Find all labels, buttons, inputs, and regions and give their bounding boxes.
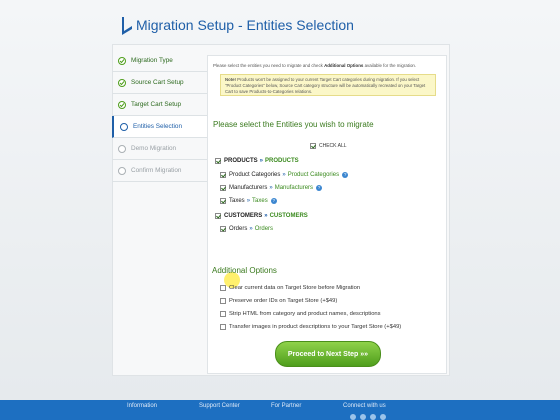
entity-target: Orders	[254, 226, 274, 232]
social-icon[interactable]	[350, 414, 356, 420]
option-label: Preserve order IDs on Target Store (+$49…	[229, 298, 338, 304]
entity-checkbox[interactable]	[220, 198, 226, 204]
entity-source: Orders	[229, 226, 248, 232]
entity-target: Manufacturers	[274, 185, 314, 191]
entity-separator: »	[246, 198, 251, 204]
entity-checkbox[interactable]	[220, 185, 226, 191]
nav-item-confirm-migration: Confirm Migration	[112, 160, 208, 182]
entity-source: PRODUCTS	[224, 158, 258, 164]
option-checkbox[interactable]	[220, 298, 226, 304]
intro-bold: Additional Options	[324, 63, 364, 68]
page-title: Migration Setup - Entities Selection	[136, 17, 354, 33]
wizard-steps-nav: Migration Type Source Cart Setup Target …	[112, 50, 212, 182]
option-label: Transfer images in product descriptions …	[229, 324, 402, 330]
footer-link-connect-with-us[interactable]: Connect with us	[343, 403, 386, 409]
nav-item-label: Demo Migration	[131, 145, 177, 152]
entity-separator: »	[282, 172, 286, 178]
entity-row-customers[interactable]: CUSTOMERS » CUSTOMERS	[215, 213, 308, 219]
entity-target: CUSTOMERS	[269, 213, 308, 219]
option-label: Strip HTML from category and product nam…	[229, 311, 381, 317]
help-icon[interactable]: ?	[270, 198, 277, 204]
nav-item-source-cart-setup[interactable]: Source Cart Setup	[112, 72, 208, 94]
option-checkbox[interactable]	[220, 324, 226, 330]
empty-circle-icon	[118, 166, 126, 175]
option-transfer-images[interactable]: Transfer images in product descriptions …	[220, 324, 401, 330]
entity-target: PRODUCTS	[265, 158, 299, 164]
entity-row-products[interactable]: PRODUCTS » PRODUCTS	[215, 158, 299, 164]
nav-item-label: Entities Selection	[133, 123, 183, 130]
entity-separator: »	[264, 213, 268, 219]
help-icon[interactable]: ?	[342, 172, 349, 178]
nav-item-label: Source Cart Setup	[131, 79, 184, 86]
check-circle-icon	[118, 56, 126, 65]
entity-source: CUSTOMERS	[224, 213, 263, 219]
option-checkbox[interactable]	[220, 311, 226, 317]
check-circle-icon	[118, 78, 126, 87]
entity-target: Taxes	[252, 198, 268, 204]
option-clear-target-data[interactable]: Clear current data on Target Store befor…	[220, 285, 360, 291]
footer-link-information[interactable]: Information	[127, 403, 157, 409]
entity-row-taxes[interactable]: Taxes » Taxes ?	[220, 198, 277, 204]
intro-prefix: Please select the entities you need to m…	[213, 63, 325, 68]
check-all-checkbox[interactable]	[310, 143, 316, 149]
option-preserve-order-ids[interactable]: Preserve order IDs on Target Store (+$49…	[220, 298, 337, 304]
entity-row-product-categories[interactable]: Product Categories » Product Categories …	[220, 172, 349, 178]
entity-checkbox[interactable]	[215, 213, 221, 219]
footer-link-support-center[interactable]: Support Center	[199, 403, 240, 409]
entity-separator: »	[249, 226, 253, 232]
note-label: Note!	[225, 77, 236, 82]
entity-checkbox[interactable]	[220, 226, 226, 232]
additional-options-title: Additional Options	[212, 266, 277, 275]
help-icon[interactable]: ?	[316, 185, 323, 191]
option-label: Clear current data on Target Store befor…	[229, 285, 361, 291]
empty-circle-icon	[120, 122, 128, 131]
nav-item-demo-migration: Demo Migration	[112, 138, 208, 160]
footer-link-for-partner[interactable]: For Partner	[271, 403, 301, 409]
entity-source: Manufacturers	[229, 185, 268, 191]
entity-target: Product Categories	[287, 172, 340, 178]
social-icon[interactable]	[370, 414, 376, 420]
note-text: Products won't be assigned to your curre…	[225, 77, 426, 94]
entity-source: Product Categories	[229, 172, 281, 178]
entity-checkbox[interactable]	[215, 158, 221, 164]
intro-text: Please select the entities you need to m…	[213, 63, 439, 68]
nav-item-migration-type[interactable]: Migration Type	[112, 50, 208, 72]
social-icon[interactable]	[360, 414, 366, 420]
nav-item-target-cart-setup[interactable]: Target Cart Setup	[112, 94, 208, 116]
entity-checkbox[interactable]	[220, 172, 226, 178]
nav-item-label: Confirm Migration	[131, 167, 182, 174]
note-box: Note! Products won't be assigned to your…	[220, 74, 436, 96]
option-strip-html[interactable]: Strip HTML from category and product nam…	[220, 311, 381, 317]
proceed-next-step-button[interactable]: Proceed to Next Step »»	[275, 341, 381, 367]
check-circle-icon	[118, 100, 126, 109]
entity-source: Taxes	[229, 198, 245, 204]
option-checkbox[interactable]	[220, 285, 226, 291]
empty-circle-icon	[118, 144, 126, 153]
nav-item-label: Migration Type	[131, 57, 173, 64]
footer: Information Support Center For Partner C…	[0, 400, 560, 420]
entities-section-title: Please select the Entities you wish to m…	[213, 120, 374, 129]
check-all-label: CHECK ALL	[319, 143, 347, 149]
entity-row-manufacturers[interactable]: Manufacturers » Manufacturers ?	[220, 185, 323, 191]
nav-item-entities-selection[interactable]: Entities Selection	[112, 116, 212, 138]
app-logo-icon	[122, 17, 132, 35]
social-icon[interactable]	[380, 414, 386, 420]
entity-row-orders[interactable]: Orders » Orders	[220, 226, 273, 232]
entity-separator: »	[259, 158, 264, 164]
intro-suffix: available for the migration.	[363, 63, 417, 68]
nav-item-label: Target Cart Setup	[131, 101, 182, 108]
check-all[interactable]: CHECK ALL	[310, 143, 347, 149]
entity-separator: »	[269, 185, 273, 191]
